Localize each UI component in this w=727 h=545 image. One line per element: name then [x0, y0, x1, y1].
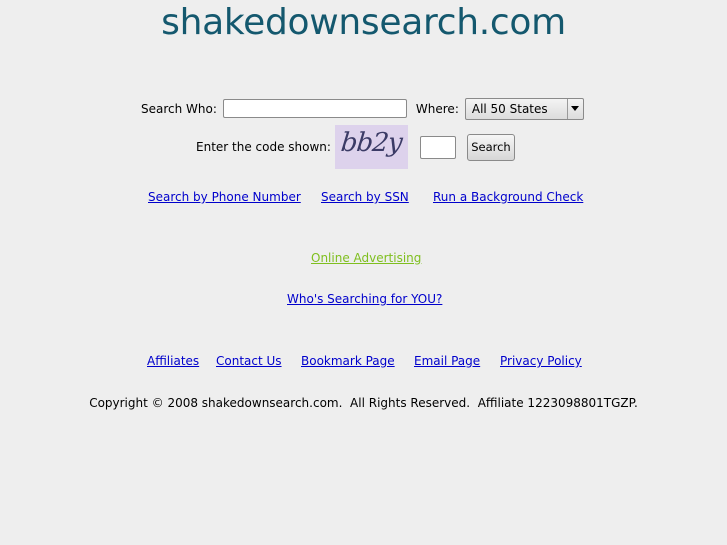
contact-us-link[interactable]: Contact Us	[216, 354, 282, 368]
captcha-image: bb2y	[334, 125, 408, 169]
captcha-text: bb2y	[339, 128, 404, 158]
search-who-input[interactable]	[222, 99, 407, 118]
site-title: shakedownsearch.com	[161, 2, 566, 43]
state-select[interactable]: All 50 States	[464, 97, 584, 120]
search-who-row: Search Who: Where: All 50 States	[141, 97, 584, 120]
state-select-value: All 50 States	[471, 101, 548, 116]
email-page-link[interactable]: Email Page	[414, 354, 480, 368]
search-by-ssn-link[interactable]: Search by SSN	[321, 190, 409, 204]
online-advertising-link[interactable]: Online Advertising	[311, 251, 421, 265]
code-label: Enter the code shown:	[196, 140, 331, 154]
captcha-row: Enter the code shown: bb2y Search	[196, 125, 515, 169]
whos-searching-link[interactable]: Who's Searching for YOU?	[287, 292, 442, 306]
search-button[interactable]: Search	[466, 133, 515, 161]
privacy-policy-link[interactable]: Privacy Policy	[500, 354, 582, 368]
affiliates-link[interactable]: Affiliates	[147, 354, 199, 368]
search-by-phone-link[interactable]: Search by Phone Number	[148, 190, 301, 204]
search-who-label: Search Who:	[141, 101, 217, 116]
dropdown-arrow-icon[interactable]	[566, 98, 583, 119]
copyright-text: Copyright © 2008 shakedownsearch.com. Al…	[89, 396, 638, 410]
background-check-link[interactable]: Run a Background Check	[433, 190, 583, 204]
bookmark-page-link[interactable]: Bookmark Page	[301, 354, 395, 368]
captcha-code-input[interactable]	[419, 135, 456, 159]
where-label: Where:	[415, 101, 459, 116]
